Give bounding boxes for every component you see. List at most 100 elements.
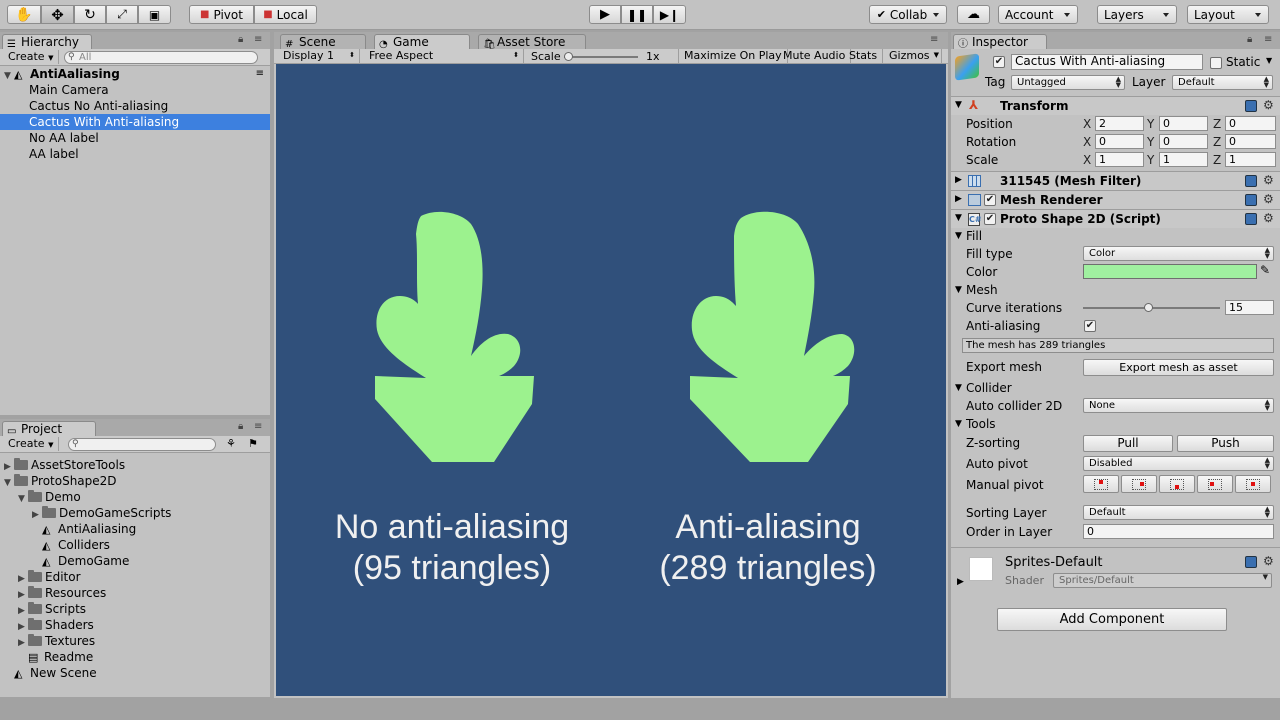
fold-arrow-icon[interactable]: ▶ xyxy=(955,194,962,204)
panel-menu-icon[interactable]: ≡ xyxy=(1264,34,1272,45)
cloud-button[interactable]: ☁ xyxy=(957,5,990,24)
pivot-toggle[interactable]: ■ Pivot xyxy=(189,5,254,24)
auto-collider-dropdown[interactable]: None ▲ ▼ xyxy=(1083,398,1274,413)
tab-asset-store[interactable]: 🛍︎ Asset Store xyxy=(478,34,586,50)
help-book-icon[interactable] xyxy=(1245,175,1257,187)
tab-project[interactable]: ▭ Project xyxy=(2,421,96,437)
project-item[interactable]: ◭ New Scene xyxy=(0,665,270,681)
shader-dropdown[interactable]: Sprites/Default ▼ xyxy=(1053,573,1272,588)
curve-iterations-field[interactable]: 15 xyxy=(1225,300,1274,315)
tab-scene[interactable]: # Scene xyxy=(280,34,366,50)
color-swatch[interactable] xyxy=(1083,264,1257,279)
project-item[interactable]: ◭ AntiAaliasing xyxy=(0,521,270,537)
fold-arrow-icon[interactable]: ▼ xyxy=(955,231,962,241)
axis-y-label[interactable]: Y xyxy=(1147,117,1154,131)
project-search-input[interactable]: ⚲ xyxy=(68,438,216,451)
mesh-renderer-header[interactable]: ▶ ✔ Mesh Renderer ⚙ xyxy=(951,190,1280,209)
axis-z-label[interactable]: Z xyxy=(1213,153,1221,167)
project-item[interactable]: ▶ DemoGameScripts xyxy=(0,505,270,521)
anti-aliasing-checkbox[interactable]: ✔ xyxy=(1084,320,1096,332)
fold-arrow-icon[interactable]: ▶ xyxy=(955,175,962,185)
gear-icon[interactable]: ⚙ xyxy=(1263,211,1274,225)
mesh-filter-header[interactable]: ▶ 311545 (Mesh Filter) ⚙ xyxy=(951,171,1280,190)
auto-pivot-dropdown[interactable]: Disabled ▲ ▼ xyxy=(1083,456,1274,471)
pause-button[interactable]: ❚❚ xyxy=(621,5,653,24)
manual-pivot-button[interactable] xyxy=(1083,475,1119,493)
gear-icon[interactable]: ⚙ xyxy=(1263,554,1274,568)
help-book-icon[interactable] xyxy=(1245,100,1257,112)
hand-tool-button[interactable]: ✋ xyxy=(7,5,41,24)
tab-game[interactable]: ◔ Game xyxy=(374,34,470,50)
manual-pivot-button[interactable] xyxy=(1235,475,1271,493)
display-dropdown[interactable]: Display 1 ⬍ xyxy=(278,49,360,63)
axis-x-label[interactable]: X xyxy=(1083,153,1091,167)
mesh-renderer-enabled-checkbox[interactable]: ✔ xyxy=(984,194,996,206)
project-item[interactable]: ▶ Resources xyxy=(0,585,270,601)
transform-position-x-field[interactable]: 2 xyxy=(1095,116,1144,131)
curve-iterations-thumb[interactable] xyxy=(1144,303,1153,312)
fold-arrow-icon[interactable]: ▶ xyxy=(957,577,964,587)
lock-icon[interactable]: 🔒︎ xyxy=(238,34,243,45)
transform-position-z-field[interactable]: 0 xyxy=(1225,116,1276,131)
rotate-tool-button[interactable]: ↻ xyxy=(74,5,106,24)
transform-scale-z-field[interactable]: 1 xyxy=(1225,152,1276,167)
proto-shape-header[interactable]: ▼ C# ✔ Proto Shape 2D (Script) ⚙ xyxy=(951,209,1280,228)
project-item[interactable]: ▶ Scripts xyxy=(0,601,270,617)
transform-rotation-x-field[interactable]: 0 xyxy=(1095,134,1144,149)
transform-rotation-y-field[interactable]: 0 xyxy=(1159,134,1208,149)
scale-tool-button[interactable]: ⤢ xyxy=(106,5,138,24)
axis-x-label[interactable]: X xyxy=(1083,117,1091,131)
fold-arrow-icon[interactable]: ▼ xyxy=(955,285,962,295)
transform-rotation-z-field[interactable]: 0 xyxy=(1225,134,1276,149)
export-mesh-button[interactable]: Export mesh as asset xyxy=(1083,359,1274,376)
proto-shape-enabled-checkbox[interactable]: ✔ xyxy=(984,213,996,225)
object-name-field[interactable]: Cactus With Anti-aliasing xyxy=(1011,54,1203,70)
project-create-button[interactable]: Create ▼ xyxy=(3,437,60,451)
game-viewport[interactable]: No anti-aliasing (95 triangles) Anti-ali… xyxy=(276,64,946,696)
lock-icon[interactable]: 🔒︎ xyxy=(1247,34,1252,45)
tab-inspector[interactable]: ⓘ Inspector xyxy=(953,34,1047,50)
axis-z-label[interactable]: Z xyxy=(1213,135,1221,149)
chevron-down-icon[interactable]: ▼ xyxy=(1266,56,1272,65)
static-checkbox[interactable] xyxy=(1210,57,1222,69)
manual-pivot-button[interactable] xyxy=(1197,475,1233,493)
scene-menu-icon[interactable]: ≡ xyxy=(256,66,264,82)
project-item[interactable]: ▼ Demo xyxy=(0,489,270,505)
layout-dropdown[interactable]: Layout xyxy=(1187,5,1269,24)
help-book-icon[interactable] xyxy=(1245,213,1257,225)
fold-arrow-icon[interactable]: ▼ xyxy=(955,419,962,429)
project-item[interactable]: ◭ Colliders xyxy=(0,537,270,553)
hierarchy-search-input[interactable]: ⚲ All xyxy=(64,51,258,64)
gear-icon[interactable]: ⚙ xyxy=(1263,173,1274,187)
project-item[interactable]: ▤ Readme xyxy=(0,649,270,665)
hierarchy-item[interactable]: No AA label xyxy=(0,130,270,146)
step-button[interactable]: ▶❙ xyxy=(653,5,686,24)
axis-x-label[interactable]: X xyxy=(1083,135,1091,149)
eyedropper-icon[interactable]: ✎ xyxy=(1260,263,1270,277)
project-item[interactable]: ◭ DemoGame xyxy=(0,553,270,569)
maximize-on-play-toggle[interactable]: Maximize On Play xyxy=(678,49,788,63)
hierarchy-item[interactable]: AA label xyxy=(0,146,270,162)
scene-root[interactable]: ▼ ◭ AntiAaliasing ≡ xyxy=(0,66,270,82)
lock-icon[interactable]: 🔒︎ xyxy=(238,421,243,432)
mute-audio-toggle[interactable]: Mute Audio xyxy=(778,49,852,63)
transform-header[interactable]: ▼ ⅄ Transform ⚙ xyxy=(951,96,1280,115)
hierarchy-item[interactable]: Main Camera xyxy=(0,82,270,98)
scale-slider[interactable] xyxy=(564,52,638,61)
project-item[interactable]: ▶ Shaders xyxy=(0,617,270,633)
manual-pivot-button[interactable] xyxy=(1159,475,1195,493)
fold-arrow-icon[interactable]: ▼ xyxy=(955,213,962,223)
filter-by-type-icon[interactable]: ⚘ xyxy=(226,437,236,450)
filter-by-label-icon[interactable]: ⚑ xyxy=(248,437,258,450)
scale-slider-thumb[interactable] xyxy=(564,52,573,61)
project-item[interactable]: ▶ Textures xyxy=(0,633,270,649)
pull-button[interactable]: Pull xyxy=(1083,435,1173,452)
gizmos-dropdown[interactable]: Gizmos ▼ xyxy=(884,49,942,63)
transform-scale-x-field[interactable]: 1 xyxy=(1095,152,1144,167)
gear-icon[interactable]: ⚙ xyxy=(1263,98,1274,112)
hierarchy-create-button[interactable]: Create ▼ xyxy=(3,50,60,64)
account-dropdown[interactable]: Account xyxy=(998,5,1078,24)
panel-menu-icon[interactable]: ≡ xyxy=(254,421,262,432)
tab-hierarchy[interactable]: ☰ Hierarchy xyxy=(2,34,92,50)
gear-icon[interactable]: ⚙ xyxy=(1263,192,1274,206)
